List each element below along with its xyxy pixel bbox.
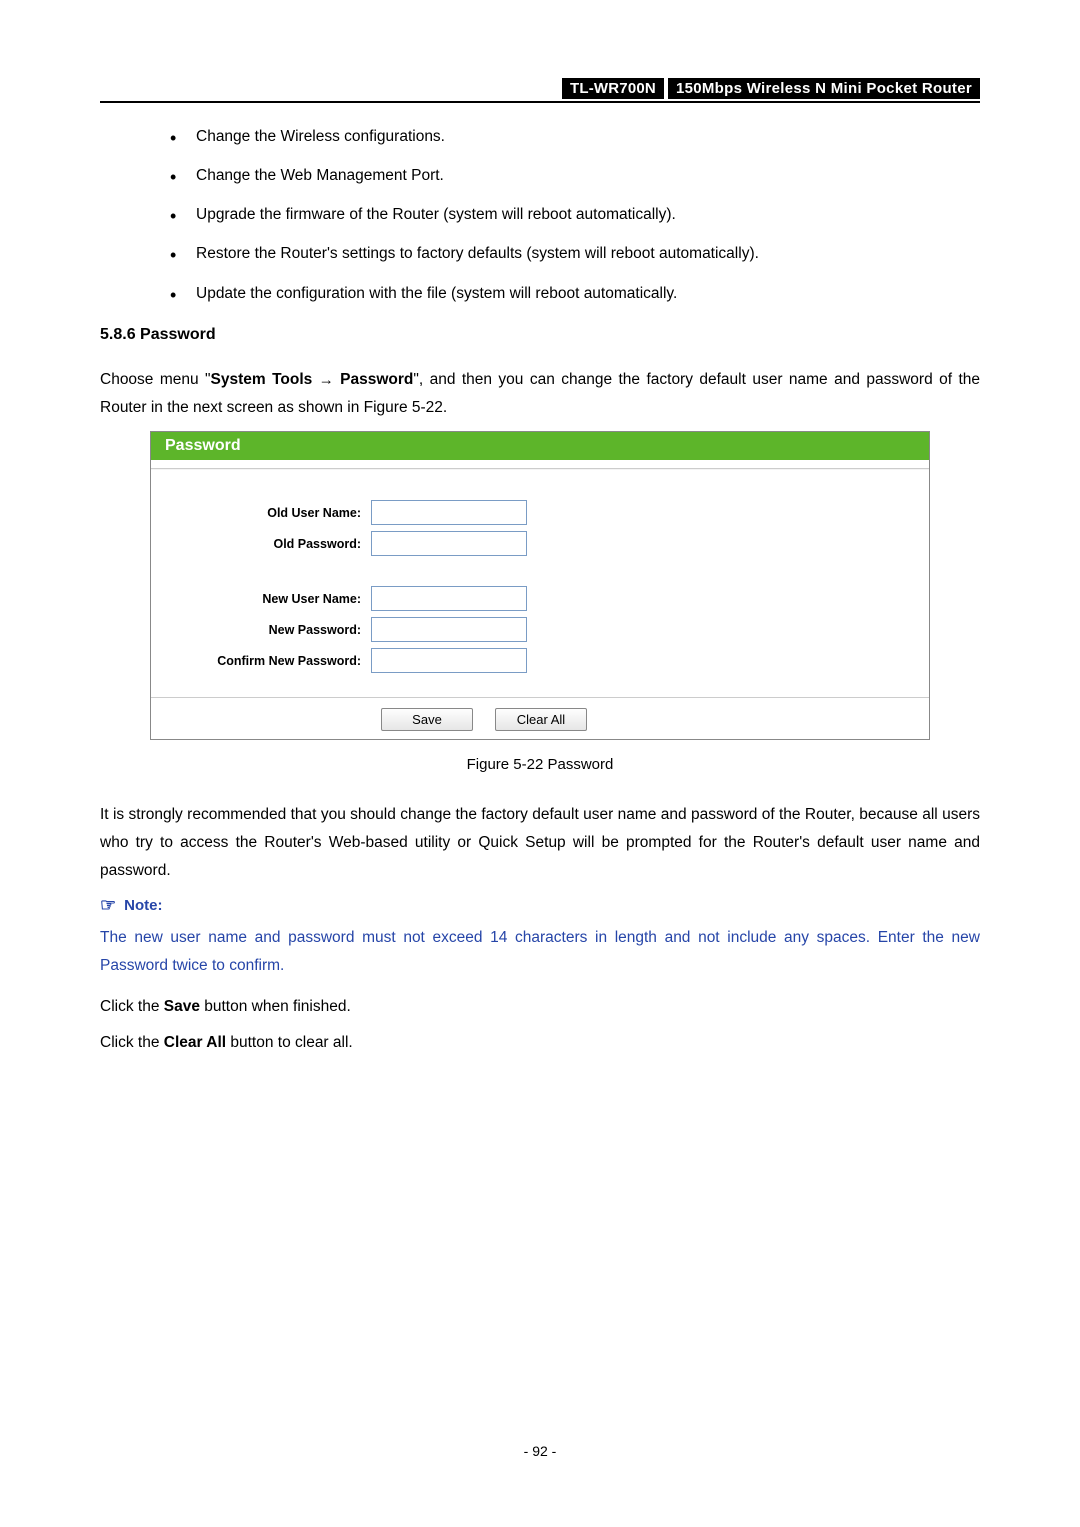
form-row: Old Password: xyxy=(151,531,929,556)
form-row: Confirm New Password: xyxy=(151,648,929,673)
arrow-icon: → xyxy=(319,371,334,388)
model-desc: 150Mbps Wireless N Mini Pocket Router xyxy=(668,78,980,99)
hand-point-icon: ☞ xyxy=(100,895,116,916)
list-item: Change the Web Management Port. xyxy=(170,166,980,186)
note-heading: ☞ Note: xyxy=(100,895,980,916)
new-pass-input[interactable] xyxy=(371,617,527,642)
save-instruction: Click the Save button when finished. xyxy=(100,998,980,1016)
recommend-paragraph: It is strongly recommended that you shou… xyxy=(100,801,980,885)
intro-paragraph: Choose menu "System Tools → Password", a… xyxy=(100,366,980,422)
new-user-label: New User Name: xyxy=(151,592,371,606)
old-pass-input[interactable] xyxy=(371,531,527,556)
clear-all-button[interactable]: Clear All xyxy=(495,708,587,731)
old-user-label: Old User Name: xyxy=(151,506,371,520)
list-item: Upgrade the firmware of the Router (syst… xyxy=(170,205,980,225)
new-user-input[interactable] xyxy=(371,586,527,611)
section-heading: 5.8.6 Password xyxy=(100,326,980,344)
list-item: Restore the Router's settings to factory… xyxy=(170,244,980,264)
form-row: New User Name: xyxy=(151,586,929,611)
figure-title: Password xyxy=(151,432,929,460)
figure-caption: Figure 5-22 Password xyxy=(100,756,980,773)
page-number: - 92 - xyxy=(0,1443,1080,1459)
note-text: The new user name and password must not … xyxy=(100,924,980,980)
clear-instruction: Click the Clear All button to clear all. xyxy=(100,1034,980,1052)
list-item: Update the configuration with the file (… xyxy=(170,284,980,304)
change-list: Change the Wireless configurations. Chan… xyxy=(100,127,980,304)
old-user-input[interactable] xyxy=(371,500,527,525)
note-label: Note: xyxy=(124,897,162,914)
form-row: Old User Name: xyxy=(151,500,929,525)
password-figure: Password Old User Name: Old Password: Ne… xyxy=(150,431,930,740)
list-item: Change the Wireless configurations. xyxy=(170,127,980,147)
new-pass-label: New Password: xyxy=(151,623,371,637)
confirm-pass-label: Confirm New Password: xyxy=(151,654,371,668)
model-badge: TL-WR700N xyxy=(562,78,664,99)
old-pass-label: Old Password: xyxy=(151,537,371,551)
confirm-pass-input[interactable] xyxy=(371,648,527,673)
document-header: TL-WR700N 150Mbps Wireless N Mini Pocket… xyxy=(100,78,980,103)
button-row: Save Clear All xyxy=(151,697,929,739)
save-button[interactable]: Save xyxy=(381,708,473,731)
form-row: New Password: xyxy=(151,617,929,642)
